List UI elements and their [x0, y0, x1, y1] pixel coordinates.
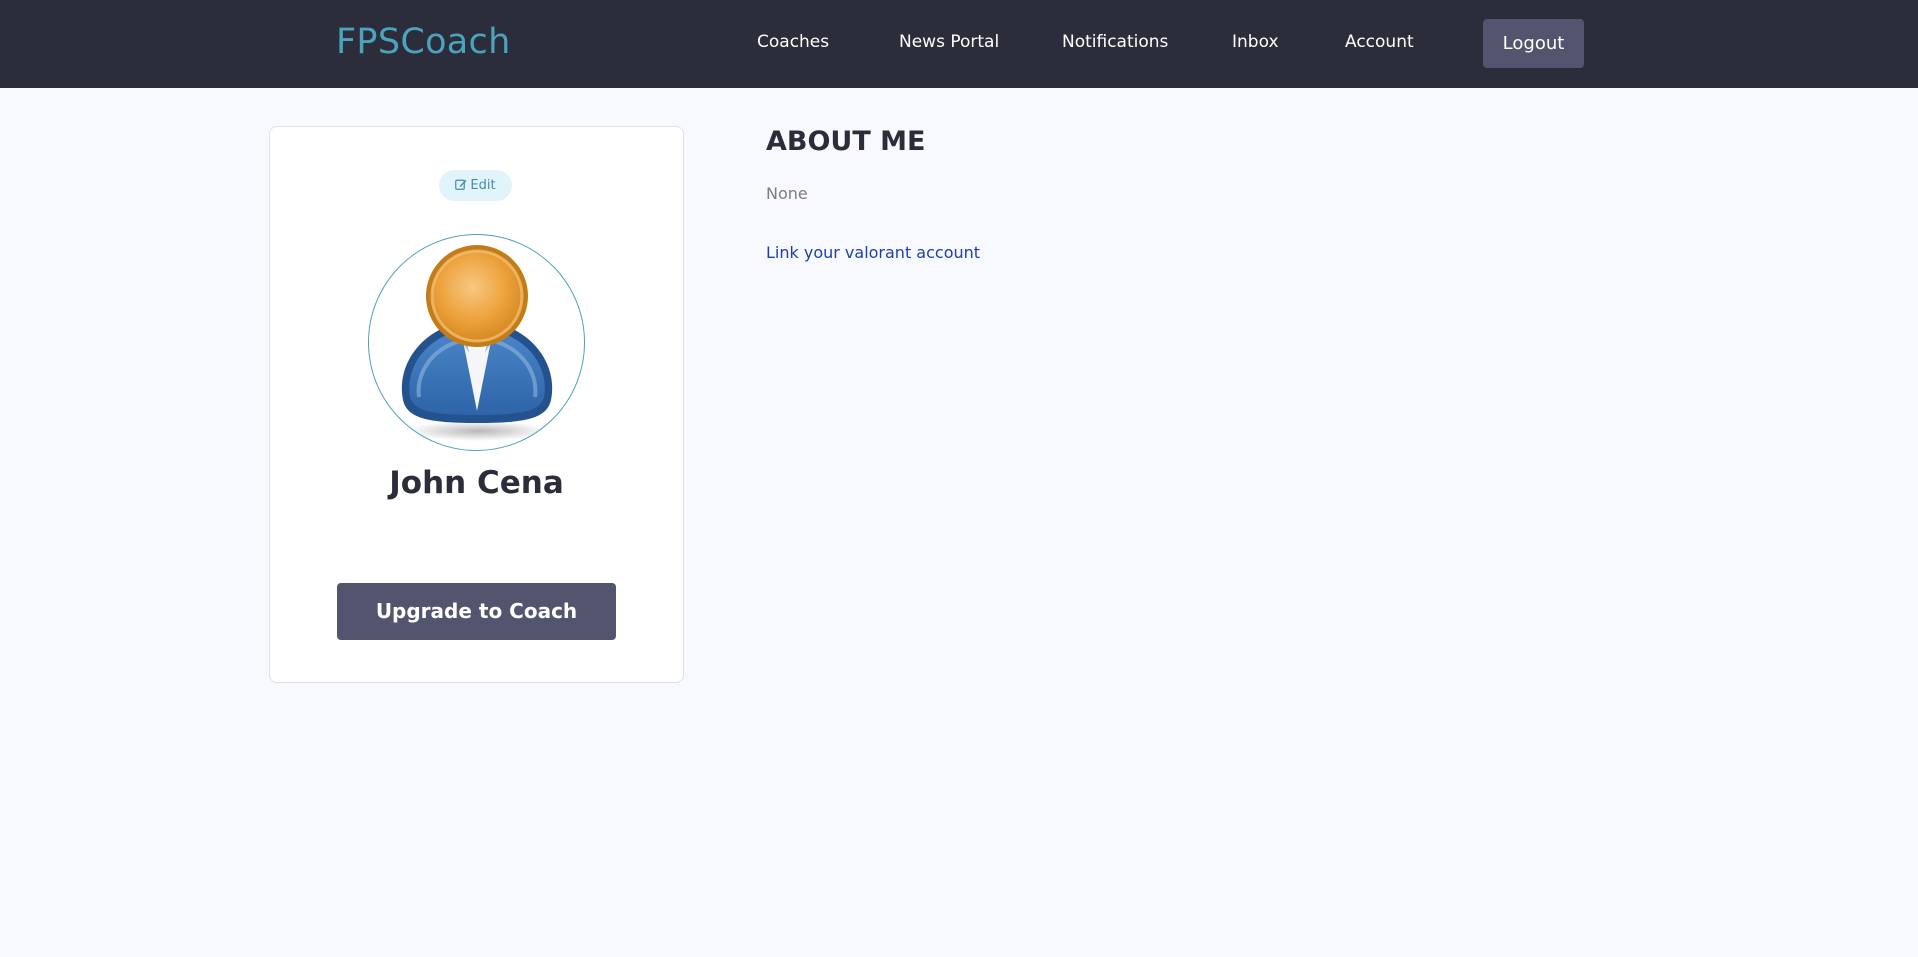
nav-link-account[interactable]: Account — [1345, 31, 1414, 53]
about-me-heading: ABOUT ME — [766, 126, 926, 157]
logout-button[interactable]: Logout — [1483, 19, 1584, 68]
nav-link-news-portal[interactable]: News Portal — [899, 31, 999, 53]
edit-profile-button[interactable]: Edit — [439, 170, 512, 201]
avatar — [368, 234, 585, 451]
nav-link-coaches[interactable]: Coaches — [757, 31, 829, 53]
profile-card: Edit John Cena Upgrade to Coach — [269, 126, 684, 683]
edit-label: Edit — [470, 178, 496, 193]
nav-link-notifications[interactable]: Notifications — [1062, 31, 1168, 53]
edit-icon — [455, 179, 467, 190]
user-avatar-icon — [401, 245, 553, 441]
top-navbar: FPSCoach Coaches News Portal Notificatio… — [0, 0, 1918, 88]
nav-link-inbox[interactable]: Inbox — [1232, 31, 1279, 53]
link-valorant-account-link[interactable]: Link your valorant account — [766, 242, 980, 264]
nav-links: Coaches News Portal Notifications Inbox … — [0, 0, 1918, 88]
about-me-text: None — [766, 184, 808, 203]
profile-name: John Cena — [389, 465, 564, 501]
upgrade-to-coach-button[interactable]: Upgrade to Coach — [337, 583, 616, 640]
